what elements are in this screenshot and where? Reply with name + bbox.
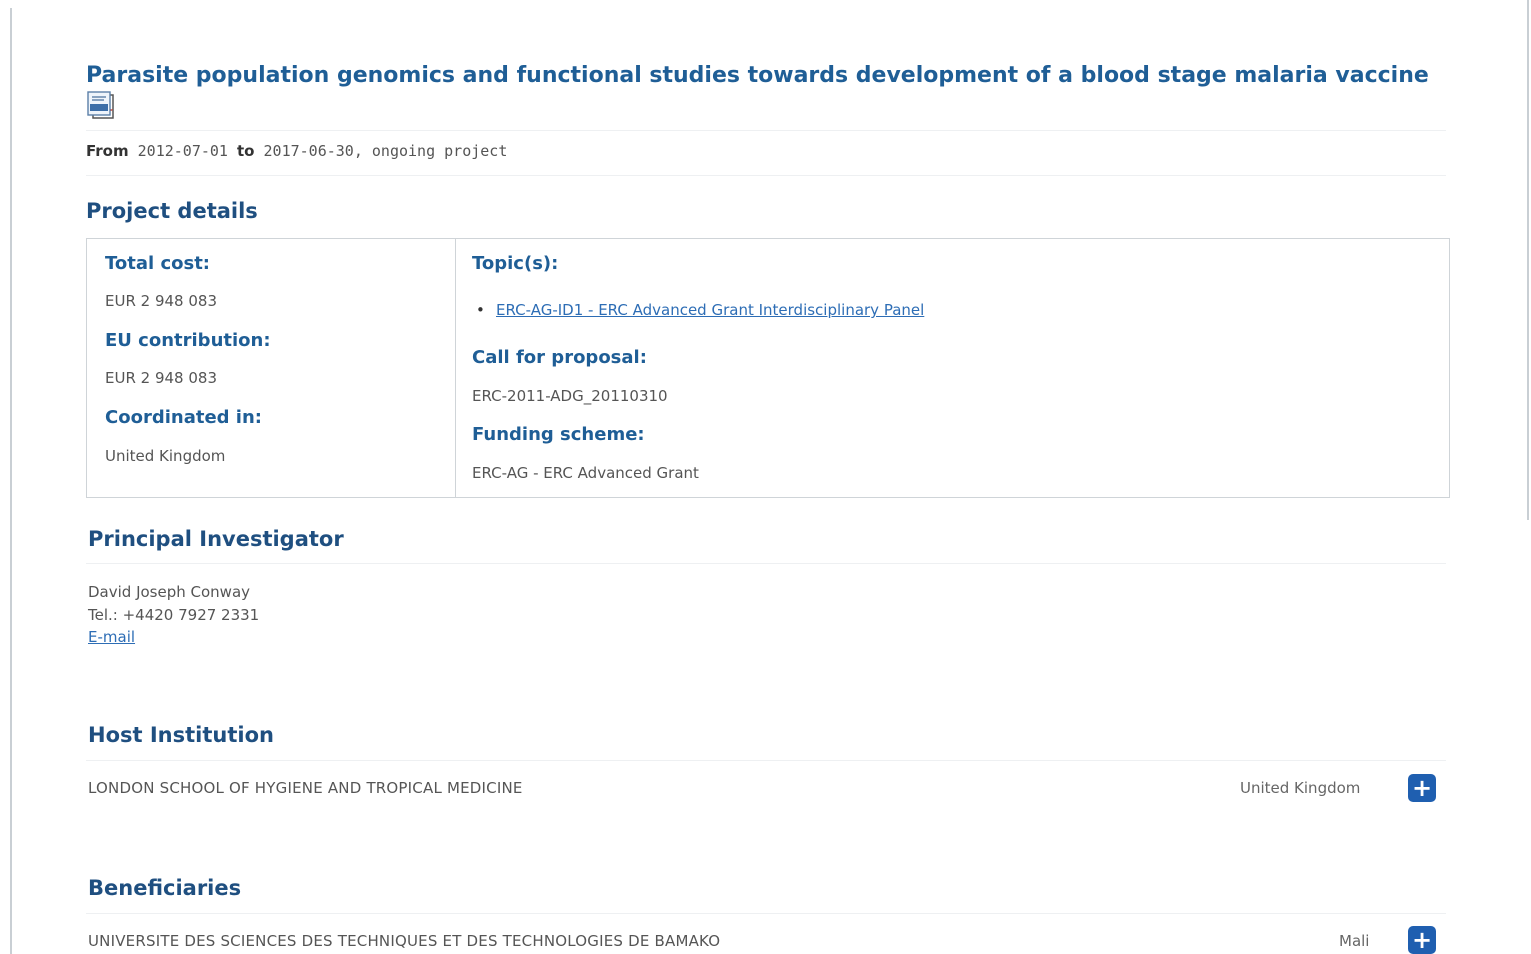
host-institution-name: LONDON SCHOOL OF HYGIENE AND TROPICAL ME…	[88, 779, 523, 797]
principal-investigator-heading: Principal Investigator	[88, 527, 344, 551]
pi-email-link[interactable]: E-mail	[88, 628, 135, 646]
beneficiary-country: Mali	[1339, 932, 1370, 950]
topic-link[interactable]: ERC-AG-ID1 - ERC Advanced Grant Interdis…	[496, 301, 924, 319]
funding-scheme-label: Funding scheme:	[472, 424, 645, 445]
to-label: to	[237, 142, 255, 160]
details-left-column: Total cost: EUR 2 948 083 EU contributio…	[87, 239, 456, 497]
topics-label: Topic(s):	[472, 253, 559, 274]
beneficiary-name: UNIVERSITE DES SCIENCES DES TECHNIQUES E…	[88, 932, 721, 950]
expand-host-button[interactable]: +	[1408, 774, 1436, 802]
separator	[86, 913, 1446, 914]
call-for-proposal-label: Call for proposal:	[472, 347, 647, 368]
total-cost-value: EUR 2 948 083	[105, 292, 217, 310]
separator	[86, 130, 1446, 131]
to-date: 2017-06-30, ongoing project	[263, 142, 508, 160]
host-institution-country: United Kingdom	[1240, 779, 1361, 797]
separator	[86, 175, 1446, 176]
project-dates: From 2012-07-01 to 2017-06-30, ongoing p…	[86, 142, 507, 160]
pi-telephone: Tel.: +4420 7927 2331	[88, 606, 260, 624]
bullet: •	[476, 301, 485, 319]
page-border-left	[10, 8, 12, 954]
funding-scheme-value: ERC-AG - ERC Advanced Grant	[472, 464, 699, 482]
from-label: From	[86, 142, 129, 160]
eu-contribution-value: EUR 2 948 083	[105, 369, 217, 387]
total-cost-label: Total cost:	[105, 253, 210, 274]
project-details-heading: Project details	[86, 199, 258, 223]
odt-icon[interactable]	[86, 90, 114, 122]
details-right-column: Topic(s): • ERC-AG-ID1 - ERC Advanced Gr…	[456, 239, 1449, 497]
beneficiaries-heading: Beneficiaries	[88, 876, 242, 900]
call-for-proposal-value: ERC-2011-ADG_20110310	[472, 387, 668, 405]
project-title-text: Parasite population genomics and functio…	[86, 63, 1429, 88]
project-title: Parasite population genomics and functio…	[86, 58, 1446, 132]
scrollbar-track[interactable]	[1527, 0, 1529, 520]
host-institution-heading: Host Institution	[88, 723, 274, 747]
separator	[86, 760, 1446, 761]
topic-list-item: • ERC-AG-ID1 - ERC Advanced Grant Interd…	[476, 301, 924, 319]
coordinated-in-label: Coordinated in:	[105, 407, 262, 428]
project-details-box: Total cost: EUR 2 948 083 EU contributio…	[86, 238, 1450, 498]
coordinated-in-value: United Kingdom	[105, 447, 226, 465]
expand-beneficiary-button[interactable]: +	[1408, 926, 1436, 954]
from-date: 2012-07-01	[137, 142, 228, 160]
pi-name: David Joseph Conway	[88, 583, 251, 601]
eu-contribution-label: EU contribution:	[105, 330, 271, 351]
separator	[86, 563, 1446, 564]
